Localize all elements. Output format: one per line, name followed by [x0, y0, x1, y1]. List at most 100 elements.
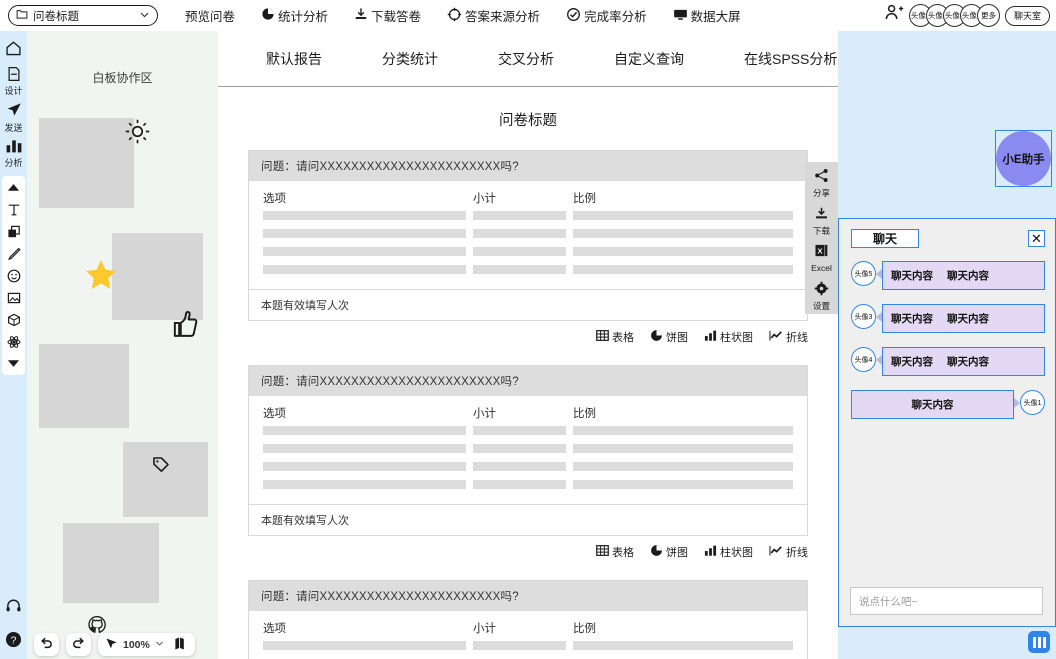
panel-bars-icon[interactable]	[1028, 631, 1050, 653]
chart-action-table[interactable]: 表格	[596, 329, 634, 345]
chart-action-line[interactable]: 折线	[769, 329, 808, 345]
nav-label: 统计分析	[278, 10, 329, 24]
avatar-more[interactable]: 更多	[976, 4, 1000, 27]
nav-data-dashboard[interactable]: 数据大屏	[660, 6, 754, 25]
nav-answer-source-analysis[interactable]: 答案来源分析	[434, 6, 553, 25]
chart-action-table[interactable]: 表格	[596, 544, 634, 560]
chat-message-text: 聊天内容	[947, 356, 989, 368]
chat-title: 聊天	[851, 229, 919, 248]
tab-category-statistics[interactable]: 分类统计	[352, 49, 468, 69]
cursor-icon[interactable]	[105, 637, 118, 653]
table-header-row: 选项 小计 比例	[263, 190, 793, 211]
thumbs-up-icon[interactable]	[170, 310, 198, 343]
whiteboard-placeholder-box[interactable]	[39, 118, 134, 208]
list-item: 头像3 聊天内容 聊天内容	[851, 304, 1045, 333]
sidebar-item-home[interactable]	[0, 40, 27, 61]
nav-download-answers[interactable]: 下载答卷	[341, 6, 434, 25]
list-item: 头像5 聊天内容 聊天内容	[851, 261, 1045, 290]
avatar[interactable]: 头像1	[1020, 390, 1045, 415]
tab-cross-analysis[interactable]: 交叉分析	[468, 49, 584, 69]
image-icon[interactable]	[5, 290, 23, 305]
chart-action-bar[interactable]: 柱状图	[704, 329, 753, 345]
chat-message-bubble: 聊天内容 聊天内容	[882, 261, 1045, 290]
collaborator-avatars: 头像5 头像4 头像3 头像2 更多	[908, 4, 1000, 27]
sidebar-item-design[interactable]: 设计	[0, 66, 27, 96]
star-icon[interactable]	[85, 259, 117, 295]
download-label: 下载	[812, 225, 830, 236]
chart-action-label: 饼图	[666, 332, 688, 344]
question-table: 选项 小计 比例	[249, 396, 807, 504]
sun-icon[interactable]	[124, 118, 151, 150]
pencil-icon[interactable]	[5, 246, 23, 261]
tab-custom-query[interactable]: 自定义查询	[584, 49, 714, 69]
undo-icon	[39, 635, 54, 655]
bar-chart-icon	[704, 544, 717, 560]
download-button[interactable]: 下载	[813, 206, 830, 236]
zoom-level-label: 100%	[123, 638, 150, 651]
avatar[interactable]: 头像3	[851, 304, 876, 329]
column-header-option: 选项	[263, 193, 286, 205]
avatar[interactable]: 头像5	[851, 261, 876, 286]
table-row	[263, 426, 793, 435]
whiteboard-placeholder-box[interactable]	[39, 344, 129, 428]
download-icon	[814, 206, 829, 225]
chat-room-button[interactable]: 聊天室	[1004, 5, 1050, 26]
chat-message-text: 聊天内容	[891, 270, 933, 282]
tab-default-report[interactable]: 默认报告	[236, 49, 352, 69]
chart-action-line[interactable]: 折线	[769, 544, 808, 560]
undo-button[interactable]	[34, 633, 59, 656]
chart-action-label: 表格	[612, 332, 634, 344]
questionnaire-title-selector[interactable]: 问卷标题	[8, 5, 158, 26]
chat-message-text: 聊天内容	[891, 356, 933, 368]
nav-label: 答案来源分析	[465, 10, 541, 24]
nav-completion-rate-analysis[interactable]: 完成率分析	[553, 6, 660, 25]
whiteboard-placeholder-box[interactable]	[63, 523, 159, 603]
chat-input[interactable]: 说点什么吧~	[850, 587, 1043, 615]
column-header-ratio: 比例	[573, 193, 596, 205]
add-user-icon[interactable]	[884, 3, 904, 28]
redo-button[interactable]	[66, 633, 91, 656]
headset-icon[interactable]	[5, 598, 22, 620]
avatar[interactable]: 头像4	[851, 347, 876, 372]
report-tabs: 默认报告 分类统计 交叉分析 自定义查询 在线SPSS分析	[218, 31, 838, 87]
assistant-floating-button[interactable]: 小E助手	[995, 130, 1052, 187]
settings-button[interactable]: 设置	[813, 281, 830, 311]
assistant-label: 小E助手	[996, 131, 1051, 186]
rail-primary-items: 设计 发送 分析	[0, 31, 27, 168]
whiteboard-placeholder-box[interactable]	[123, 442, 208, 517]
chart-action-pie[interactable]: 饼图	[650, 329, 688, 345]
triangle-up-icon[interactable]	[5, 180, 23, 195]
chevron-down-icon[interactable]	[155, 639, 164, 651]
shapes-icon[interactable]	[5, 224, 23, 239]
gear-icon	[814, 281, 829, 300]
tag-icon[interactable]	[152, 456, 170, 479]
map-icon[interactable]	[174, 636, 188, 654]
page-title: 问卷标题	[499, 113, 557, 129]
smiley-icon[interactable]	[5, 268, 23, 283]
triangle-down-icon[interactable]	[5, 356, 23, 371]
table-row	[263, 480, 793, 489]
text-T-icon[interactable]	[5, 202, 23, 217]
nav-statistics-analysis[interactable]: 统计分析	[248, 6, 341, 25]
close-icon[interactable]: ✕	[1028, 230, 1045, 247]
atom-icon[interactable]	[5, 334, 23, 349]
tab-online-spss-analysis[interactable]: 在线SPSS分析	[714, 49, 838, 69]
whiteboard-canvas[interactable]: 白板协作区	[27, 31, 218, 659]
whiteboard-placeholder-box[interactable]	[112, 233, 203, 320]
chart-action-bar[interactable]: 柱状图	[704, 544, 753, 560]
cube-icon[interactable]	[5, 312, 23, 327]
question-circle-icon[interactable]: ?	[5, 631, 22, 653]
table-row	[263, 462, 793, 471]
bar-chart-icon	[704, 329, 717, 345]
zoom-control[interactable]: 100%	[98, 633, 195, 656]
chat-message-text: 聊天内容	[891, 313, 933, 325]
column-header-subtotal: 小计	[473, 408, 496, 420]
sidebar-item-send[interactable]: 发送	[0, 101, 27, 133]
valid-responses-label: 本题有效填写人次	[249, 289, 807, 320]
sidebar-item-analysis[interactable]: 分析	[0, 138, 27, 168]
share-button[interactable]: 分享	[813, 168, 830, 198]
excel-export-button[interactable]: X Excel	[811, 243, 832, 273]
chart-action-pie[interactable]: 饼图	[650, 544, 688, 560]
nav-preview-questionnaire[interactable]: 预览问卷	[176, 6, 248, 25]
list-item: 头像4 聊天内容 聊天内容	[851, 347, 1045, 376]
